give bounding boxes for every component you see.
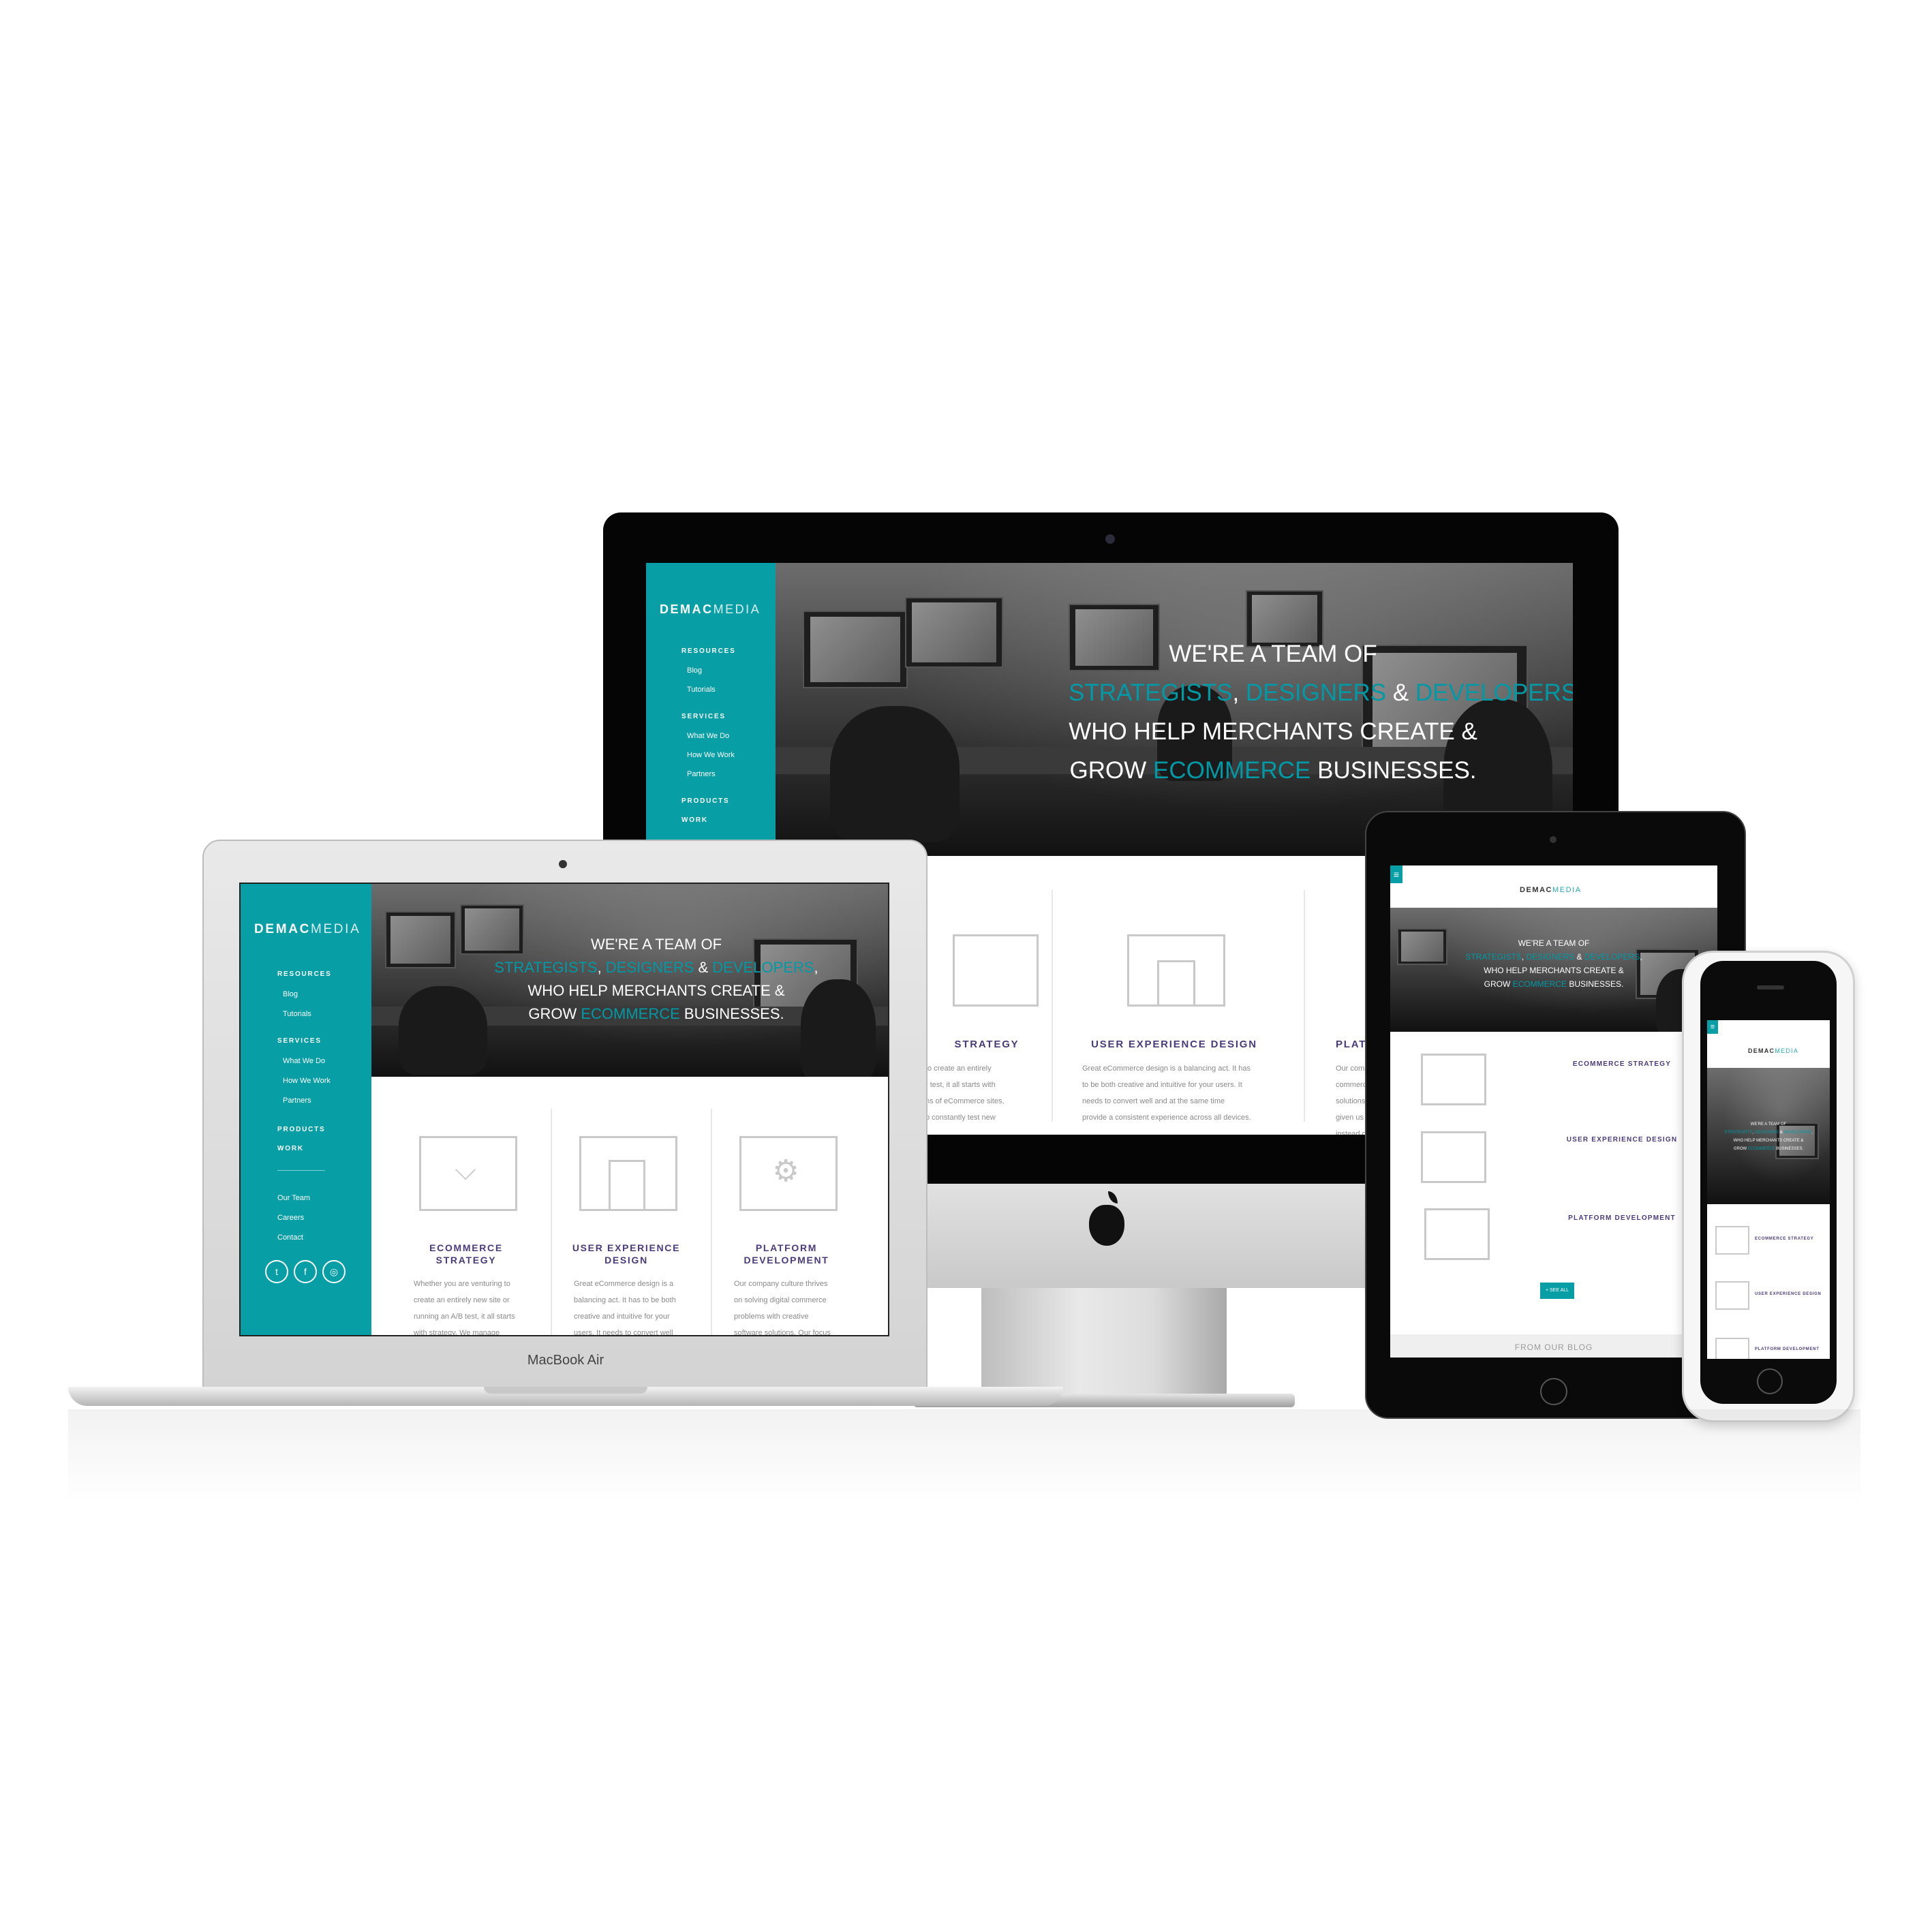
phone-hero-headline: WE'RE A TEAM OF STRATEGISTS, DESIGNERS &… xyxy=(1724,1122,1813,1151)
imac-ux-title[interactable]: USER EXPERIENCE DESIGN xyxy=(1072,1039,1276,1050)
nav-resources[interactable]: RESOURCES xyxy=(277,970,332,978)
phone-cart-icon xyxy=(1715,1226,1749,1255)
platform-development-title[interactable]: PLATFORM DEVELOPMENT xyxy=(718,1242,855,1266)
ecommerce-strategy-title[interactable]: ECOMMERCE STRATEGY xyxy=(398,1242,534,1266)
macbook-label: MacBook Air xyxy=(527,1353,604,1368)
nav-contact[interactable]: Contact xyxy=(277,1233,303,1242)
nav-work[interactable]: WORK xyxy=(681,816,708,824)
macbook-sidebar: DEMACMEDIA RESOURCES Blog Tutorials SERV… xyxy=(241,884,371,1335)
phone-ecommerce-title[interactable]: ECOMMERCE STRATEGY xyxy=(1755,1237,1830,1241)
floor-reflection xyxy=(68,1409,1860,1505)
imac-strategy-title[interactable]: STRATEGY xyxy=(932,1039,1041,1050)
tablet-screen: ≡ DEMACMEDIA WE'RE A TEAM OF STRATEGISTS… xyxy=(1390,865,1717,1358)
nav-services[interactable]: SERVICES xyxy=(277,1037,322,1045)
twitter-icon[interactable]: t xyxy=(265,1260,288,1283)
nav-tutorials[interactable]: Tutorials xyxy=(687,686,716,694)
nav-what-we-do[interactable]: What We Do xyxy=(283,1057,325,1065)
nav-partners[interactable]: Partners xyxy=(283,1097,311,1105)
tablet-logo[interactable]: DEMACMEDIA xyxy=(1520,886,1582,894)
cart-glyph-icon: ⌵ xyxy=(455,1154,476,1186)
macbook-hero-headline: WE'RE A TEAM OF STRATEGISTS, DESIGNERS &… xyxy=(494,936,818,1022)
instagram-icon[interactable]: ◎ xyxy=(322,1260,346,1283)
nav-careers[interactable]: Careers xyxy=(277,1214,304,1222)
apple-logo-icon xyxy=(1089,1205,1124,1246)
nav-how-we-work[interactable]: How We Work xyxy=(687,751,735,759)
macbook-screen: WE'RE A TEAM OF STRATEGISTS, DESIGNERS &… xyxy=(239,883,889,1336)
imac-camera xyxy=(1105,534,1115,544)
nav-partners[interactable]: Partners xyxy=(687,770,716,778)
imac-strategy-body: to create an entirely r test, it all star… xyxy=(925,1064,1005,1122)
tablet-cart-icon xyxy=(1421,1054,1486,1105)
tablet-ecommerce-title[interactable]: ECOMMERCE STRATEGY xyxy=(1554,1060,1690,1068)
tablet-menu-button[interactable]: ≡ xyxy=(1390,865,1402,883)
nav-work[interactable]: WORK xyxy=(277,1145,304,1152)
macbook-notch xyxy=(484,1387,647,1394)
tablet-from-blog: FROM OUR BLOG xyxy=(1514,1343,1593,1352)
tablet-home-button[interactable] xyxy=(1540,1378,1567,1405)
tablet-ux-title[interactable]: USER EXPERIENCE DESIGN xyxy=(1554,1136,1690,1144)
phone-gear-icon xyxy=(1715,1338,1749,1359)
imac-cart-icon xyxy=(953,934,1039,1007)
imac-logo[interactable]: DEMACMEDIA xyxy=(660,602,761,617)
gears-icon: ⚙ xyxy=(772,1154,799,1188)
facebook-icon[interactable]: f xyxy=(294,1260,317,1283)
nav-services[interactable]: SERVICES xyxy=(681,713,726,720)
nav-resources[interactable]: RESOURCES xyxy=(681,647,736,655)
macbook-logo[interactable]: DEMACMEDIA xyxy=(254,922,361,937)
macbook-camera xyxy=(559,860,567,868)
ux-body: Great eCommerce design is a balancing act… xyxy=(574,1280,676,1336)
phone-logo[interactable]: DEMACMEDIA xyxy=(1748,1047,1798,1054)
tablet-ux-icon xyxy=(1421,1131,1486,1183)
imac-ux-icon-door xyxy=(1157,960,1195,1005)
nav-our-team[interactable]: Our Team xyxy=(277,1194,310,1202)
tablet-camera xyxy=(1550,836,1557,843)
tablet-hero-headline: WE'RE A TEAM OF STRATEGISTS, DESIGNERS &… xyxy=(1465,938,1642,989)
imac-sidebar: DEMACMEDIA RESOURCES Blog Tutorials SERV… xyxy=(646,563,776,856)
imac-stand xyxy=(981,1281,1227,1397)
phone-screen: ≡ DEMACMEDIA WE'RE A TEAM OF STRATEGISTS… xyxy=(1707,1020,1830,1359)
nav-how-we-work[interactable]: How We Work xyxy=(283,1077,331,1085)
tablet-gear-icon xyxy=(1424,1208,1490,1260)
imac-ux-body: Great eCommerce design is a balancing ac… xyxy=(1082,1064,1251,1122)
nav-products[interactable]: PRODUCTS xyxy=(681,797,730,805)
phone-speaker xyxy=(1757,985,1784,990)
ecommerce-body: Whether you are venturing to create an en… xyxy=(414,1280,515,1336)
nav-tutorials[interactable]: Tutorials xyxy=(283,1010,311,1018)
platform-body: Our company culture thrives on solving di… xyxy=(734,1280,831,1336)
ux-door-icon xyxy=(609,1160,645,1209)
nav-blog[interactable]: Blog xyxy=(687,666,702,675)
phone-home-button[interactable] xyxy=(1757,1368,1783,1394)
imac-hero-headline: WE'RE A TEAM OF STRATEGISTS, DESIGNERS &… xyxy=(1069,641,1573,784)
phone-ux-title[interactable]: USER EXPERIENCE DESIGN xyxy=(1755,1292,1830,1296)
phone-menu-button[interactable]: ≡ xyxy=(1707,1020,1718,1034)
nav-blog[interactable]: Blog xyxy=(283,990,298,998)
phone-ux-icon xyxy=(1715,1281,1749,1310)
ux-design-title[interactable]: USER EXPERIENCE DESIGN xyxy=(558,1242,694,1266)
sidebar-divider xyxy=(277,1170,325,1171)
phone-platform-title[interactable]: PLATFORM DEVELOPMENT xyxy=(1755,1347,1830,1351)
tablet-platform-title[interactable]: PLATFORM DEVELOPMENT xyxy=(1554,1214,1690,1222)
nav-products[interactable]: PRODUCTS xyxy=(277,1126,326,1133)
nav-what-we-do[interactable]: What We Do xyxy=(687,732,729,740)
tablet-see-all-button[interactable]: + SEE ALL xyxy=(1540,1283,1574,1299)
